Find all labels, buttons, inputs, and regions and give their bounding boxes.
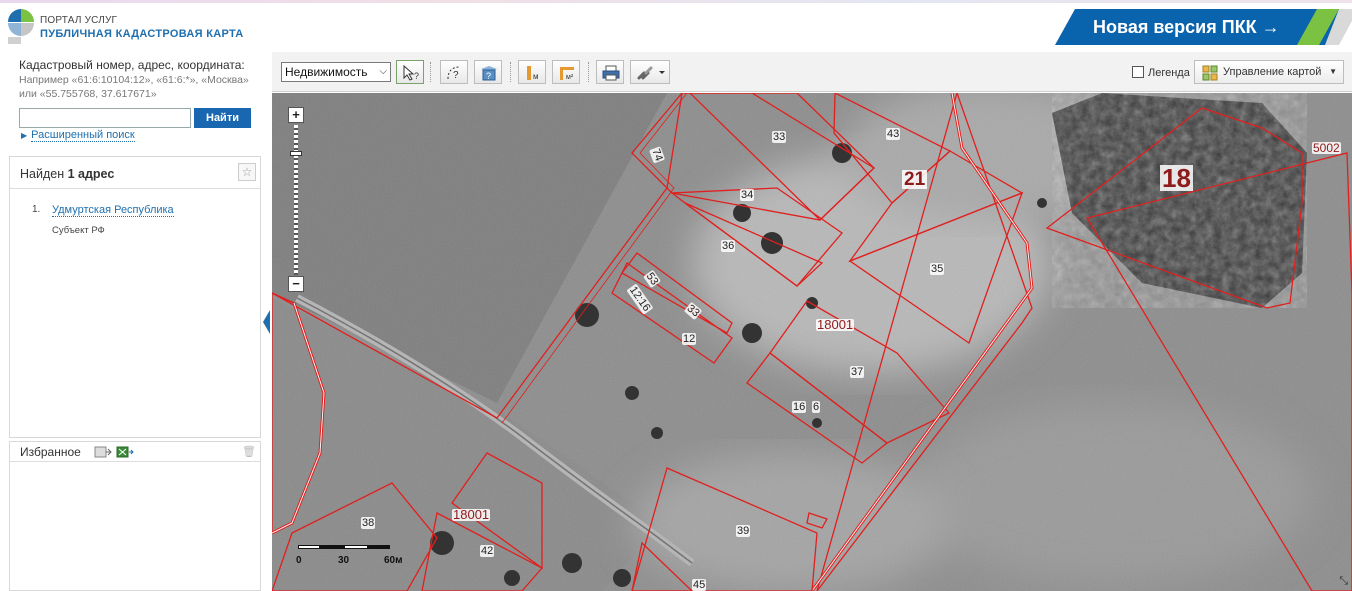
results-count: 1 адрес bbox=[67, 167, 115, 181]
new-version-banner-label[interactable]: Новая версия ПКК → bbox=[1093, 17, 1280, 38]
legend-label[interactable]: Легенда bbox=[1148, 67, 1190, 79]
zoom-control[interactable]: + − bbox=[288, 107, 304, 293]
area-info-button[interactable]: ? bbox=[440, 60, 468, 84]
results-title: Найден 1 адрес bbox=[20, 167, 114, 181]
import-icon[interactable] bbox=[116, 445, 134, 459]
map-view[interactable]: + − 33 43 74 34 21 36 35 53 12:16 33 12 … bbox=[272, 93, 1352, 591]
results-title-prefix: Найден bbox=[20, 167, 68, 181]
map-control-label: Управление картой bbox=[1223, 66, 1322, 78]
favorites-title: Избранное bbox=[20, 445, 81, 459]
parcel-label[interactable]: 18001 bbox=[452, 508, 491, 521]
parcel-label[interactable]: 42 bbox=[480, 545, 495, 557]
help-button[interactable]: ? bbox=[474, 60, 502, 84]
parcel-label[interactable]: 12 bbox=[682, 333, 697, 345]
scale-segment bbox=[298, 545, 320, 549]
parcel-label[interactable]: 16 bbox=[792, 401, 807, 413]
scale-label: 30 bbox=[338, 555, 350, 566]
parcel-label[interactable]: 18001 bbox=[816, 318, 855, 331]
toolbar-separator bbox=[510, 62, 511, 82]
svg-text:?: ? bbox=[486, 71, 491, 81]
quarter-label[interactable]: 21 bbox=[902, 170, 928, 189]
search-panel: Кадастровый номер, адрес, координата: На… bbox=[9, 52, 261, 156]
parcel-label[interactable]: 6 bbox=[812, 401, 821, 413]
link-button[interactable] bbox=[630, 60, 670, 84]
collapse-panel-icon[interactable] bbox=[262, 308, 271, 336]
ruler-icon: м bbox=[527, 66, 539, 81]
triangle-right-icon: ▶ bbox=[21, 131, 28, 140]
parcel-label[interactable]: 43 bbox=[886, 128, 901, 140]
parcel-label[interactable]: 35 bbox=[930, 263, 945, 275]
search-title: Кадастровый номер, адрес, координата: bbox=[19, 58, 245, 72]
layer-select-value: Недвижимость bbox=[285, 65, 368, 79]
result-type: Субъект РФ bbox=[52, 225, 105, 236]
search-button[interactable]: Найти bbox=[194, 108, 251, 128]
scale-label: 60м bbox=[384, 555, 403, 566]
scale-segment bbox=[344, 545, 368, 549]
export-icon[interactable] bbox=[94, 445, 112, 459]
resize-icon[interactable]: ⤡ bbox=[1339, 575, 1348, 588]
toolbar-separator bbox=[588, 62, 589, 82]
cursor-question-icon: ? bbox=[403, 64, 419, 81]
advanced-search-label[interactable]: Расширенный поиск bbox=[31, 129, 135, 142]
dashed-area-question-icon: ? bbox=[447, 66, 461, 81]
area-ruler-icon: м² bbox=[560, 67, 574, 81]
search-input[interactable] bbox=[19, 108, 191, 128]
parcel-label[interactable]: 34 bbox=[740, 189, 755, 201]
star-icon[interactable]: ☆ bbox=[238, 163, 256, 181]
print-button[interactable] bbox=[596, 60, 624, 84]
measure-button[interactable]: м bbox=[518, 60, 546, 84]
header: ПОРТАЛ УСЛУГ ПУБЛИЧНАЯ КАДАСТРОВАЯ КАРТА… bbox=[0, 3, 1352, 51]
logo-line2[interactable]: ПУБЛИЧНАЯ КАДАСТРОВАЯ КАРТА bbox=[40, 28, 244, 40]
parcel-label[interactable]: 45 bbox=[692, 579, 707, 591]
svg-text:м: м bbox=[533, 72, 539, 81]
logo-line1: ПОРТАЛ УСЛУГ bbox=[40, 15, 118, 26]
zoom-out-button[interactable]: − bbox=[288, 276, 304, 292]
map-control-button[interactable]: Управление картой ▼ bbox=[1194, 60, 1344, 84]
parcel-label[interactable]: 39 bbox=[736, 525, 751, 537]
portal-logo-icon bbox=[8, 9, 34, 44]
parcel-label[interactable]: 33 bbox=[772, 131, 787, 143]
results-panel: Найден 1 адрес ☆ 1. Удмуртская Республик… bbox=[9, 156, 261, 438]
parcel-label[interactable]: 5002 bbox=[1312, 142, 1341, 154]
zoom-slider-handle[interactable] bbox=[290, 151, 302, 156]
result-link[interactable]: Удмуртская Республика bbox=[52, 204, 174, 217]
advanced-search-link[interactable]: ▶ Расширенный поиск bbox=[21, 129, 135, 142]
chevron-down-icon: ⌵ bbox=[379, 66, 387, 77]
results-header: Найден 1 адрес ☆ bbox=[10, 157, 260, 189]
favorites-header: Избранное 🗑 bbox=[10, 442, 260, 462]
parcel-label[interactable]: 37 bbox=[850, 366, 865, 378]
legend-checkbox[interactable] bbox=[1132, 66, 1144, 78]
scale-segment bbox=[368, 545, 390, 549]
quarter-label[interactable]: 18 bbox=[1160, 165, 1193, 191]
grid-icon bbox=[1202, 65, 1218, 81]
identify-button[interactable]: ? bbox=[396, 60, 424, 84]
area-measure-button[interactable]: м² bbox=[552, 60, 580, 84]
parcel-label[interactable]: 38 bbox=[361, 517, 376, 529]
search-hint: Например «61:6:10104:12», «61:6:*», «Мос… bbox=[19, 74, 249, 100]
svg-text:?: ? bbox=[414, 71, 419, 81]
svg-text:?: ? bbox=[453, 70, 459, 81]
caret-down-icon: ▼ bbox=[1329, 67, 1337, 76]
map-toolbar: Недвижимость ⌵ ? ? ? м м² Легенда Управл… bbox=[272, 52, 1352, 92]
favorites-panel: Избранное 🗑 bbox=[9, 441, 261, 591]
layer-select[interactable]: Недвижимость ⌵ bbox=[281, 62, 391, 82]
scale-segment bbox=[320, 545, 344, 549]
printer-icon bbox=[602, 65, 620, 81]
scale-label: 0 bbox=[296, 555, 302, 566]
zoom-slider-track[interactable] bbox=[294, 125, 298, 275]
map-question-icon: ? bbox=[481, 66, 497, 81]
parcel-label[interactable]: 36 bbox=[721, 240, 736, 252]
trash-icon[interactable]: 🗑 bbox=[242, 445, 256, 458]
result-number: 1. bbox=[32, 204, 41, 215]
toolbar-separator bbox=[430, 62, 431, 82]
svg-text:м²: м² bbox=[566, 74, 574, 81]
zoom-in-button[interactable]: + bbox=[288, 107, 304, 123]
link-icon bbox=[637, 66, 665, 80]
